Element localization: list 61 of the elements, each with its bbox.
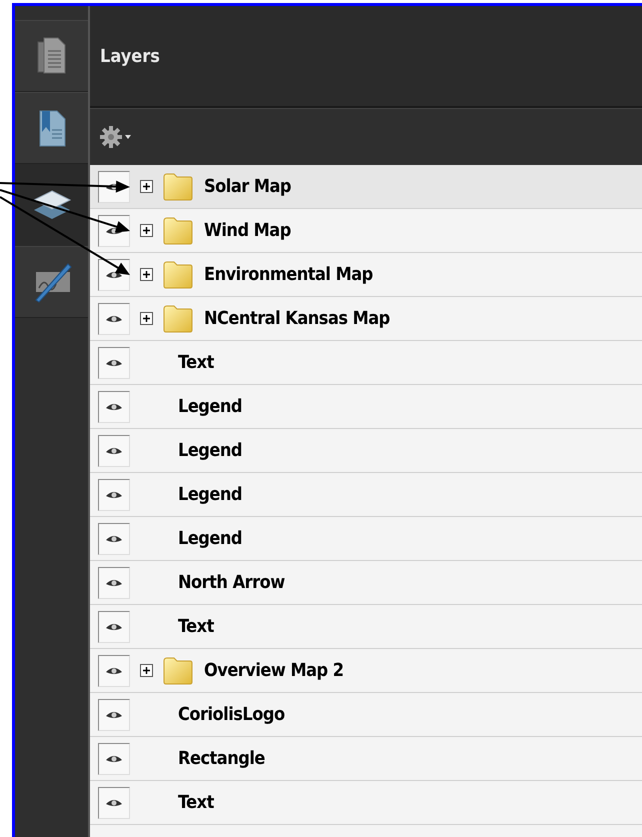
visibility-toggle[interactable]: [98, 434, 130, 466]
layer-name: Environmental Map: [204, 264, 373, 285]
eye-icon: [105, 578, 123, 588]
pages-icon: [36, 37, 66, 75]
layer-name: Legend: [178, 484, 242, 505]
layer-name: NCentral Kansas Map: [204, 308, 390, 329]
eye-icon: [105, 622, 123, 632]
visibility-toggle[interactable]: [98, 302, 130, 334]
eye-icon: [105, 710, 123, 720]
expand-toggle[interactable]: [140, 664, 153, 677]
plus-icon: [143, 227, 150, 234]
plus-icon: [143, 315, 150, 322]
eye-icon: [105, 666, 123, 676]
visibility-toggle[interactable]: [98, 346, 130, 378]
layer-name: Overview Map 2: [204, 660, 344, 681]
bookmark-page-icon: [36, 108, 66, 148]
eye-icon: [105, 754, 123, 764]
layer-name: Legend: [178, 396, 242, 417]
layer-name: Legend: [178, 440, 242, 461]
expand-toggle[interactable]: [140, 224, 153, 237]
layer-name: Solar Map: [204, 176, 292, 197]
eye-icon: [105, 402, 123, 412]
eye-icon: [105, 314, 123, 324]
folder-icon: [163, 172, 193, 200]
folder-icon: [163, 260, 193, 288]
visibility-toggle[interactable]: [98, 566, 130, 598]
expand-toggle[interactable]: [140, 180, 153, 193]
plus-icon: [143, 183, 150, 190]
eye-icon: [105, 490, 123, 500]
layer-name: Legend: [178, 528, 242, 549]
eye-icon: [105, 446, 123, 456]
folder-icon: [163, 656, 193, 684]
layer-name: CoriolisLogo: [178, 704, 285, 725]
visibility-toggle[interactable]: [98, 786, 130, 818]
eye-icon: [105, 798, 123, 808]
sidebar-tab[interactable]: [15, 164, 88, 246]
plus-icon: [143, 667, 150, 674]
visibility-toggle[interactable]: [98, 610, 130, 642]
expand-toggle[interactable]: [140, 268, 153, 281]
layer-row[interactable]: Solar Map: [90, 165, 642, 209]
visibility-toggle[interactable]: [98, 478, 130, 510]
expand-toggle[interactable]: [140, 312, 153, 325]
gear-icon: [100, 126, 132, 148]
visibility-toggle[interactable]: [98, 698, 130, 730]
eye-icon: [105, 358, 123, 368]
eye-icon: [105, 534, 123, 544]
layer-name: Text: [178, 792, 214, 813]
plus-icon: [143, 271, 150, 278]
visibility-toggle[interactable]: [98, 522, 130, 554]
layer-name: Rectangle: [178, 748, 265, 769]
layer-name: Wind Map: [204, 220, 291, 241]
visibility-toggle[interactable]: [98, 742, 130, 774]
options-menu-button[interactable]: [98, 124, 134, 150]
layer-name: Text: [178, 616, 214, 637]
visibility-toggle[interactable]: [98, 390, 130, 422]
visibility-toggle[interactable]: [98, 654, 130, 686]
layer-name: Text: [178, 352, 214, 373]
layer-name: North Arrow: [178, 572, 285, 593]
folder-icon: [163, 216, 193, 244]
panel-title: Layers: [100, 46, 160, 66]
folder-icon: [163, 304, 193, 332]
